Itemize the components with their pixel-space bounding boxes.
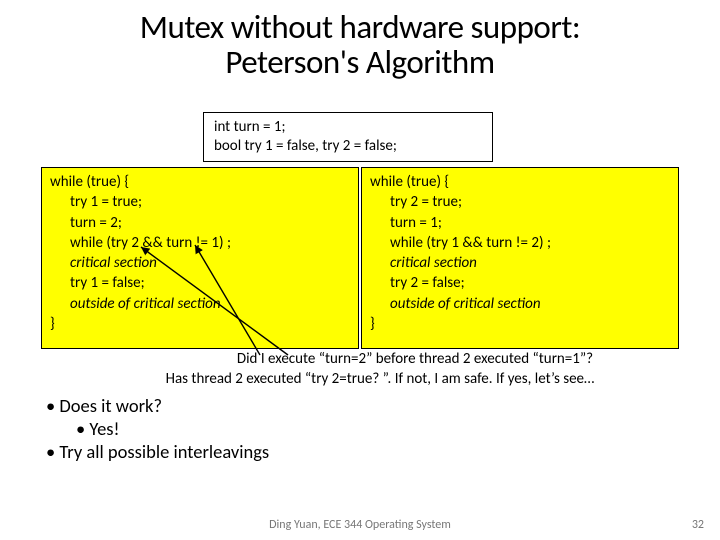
bullets-block: Does it work? Yes! Try all possible inte… <box>46 394 269 463</box>
code-line-italic: outside of critical section <box>50 294 354 314</box>
bullet-item: Yes! <box>46 417 269 440</box>
shared-line-1: int turn = 1; <box>214 118 484 137</box>
code-line: while (try 1 && turn != 2) ; <box>370 233 674 253</box>
thread1-code-box: while (true) { try 1 = true; turn = 2; w… <box>41 167 359 349</box>
code-line: while (try 2 && turn != 1) ; <box>50 233 354 253</box>
shared-line-2: bool try 1 = false, try 2 = false; <box>214 137 484 156</box>
code-line: while (true) { <box>50 172 354 192</box>
code-line: try 2 = true; <box>370 192 674 212</box>
bullet-item: Does it work? <box>46 394 269 417</box>
code-line-italic: critical section <box>370 253 674 273</box>
title-line-2: Peterson's Algorithm <box>225 42 494 82</box>
code-line: try 2 = false; <box>370 273 674 293</box>
code-line: } <box>50 314 354 334</box>
slide-title: Mutex without hardware support: Peterson… <box>0 0 720 79</box>
code-line: } <box>370 314 674 334</box>
shared-vars-box: int turn = 1; bool try 1 = false, try 2 … <box>203 112 493 162</box>
bullet-item: Try all possible interleavings <box>46 440 269 463</box>
footer-text: Ding Yuan, ECE 344 Operating System <box>0 518 720 532</box>
slide: Mutex without hardware support: Peterson… <box>0 0 720 540</box>
thread2-code-box: while (true) { try 2 = true; turn = 1; w… <box>361 167 679 349</box>
code-line: try 1 = false; <box>50 273 354 293</box>
code-line: while (true) { <box>370 172 674 192</box>
code-line-italic: outside of critical section <box>370 294 674 314</box>
code-line: try 1 = true; <box>50 192 354 212</box>
annotation-line-1: Did I execute “turn=2” before thread 2 e… <box>120 350 710 370</box>
code-line: turn = 2; <box>50 213 354 233</box>
code-line-italic: critical section <box>50 253 354 273</box>
code-line: turn = 1; <box>370 213 674 233</box>
page-number: 32 <box>692 518 704 532</box>
annotation-line-2: Has thread 2 executed “try 2=true? ”. If… <box>80 370 680 390</box>
